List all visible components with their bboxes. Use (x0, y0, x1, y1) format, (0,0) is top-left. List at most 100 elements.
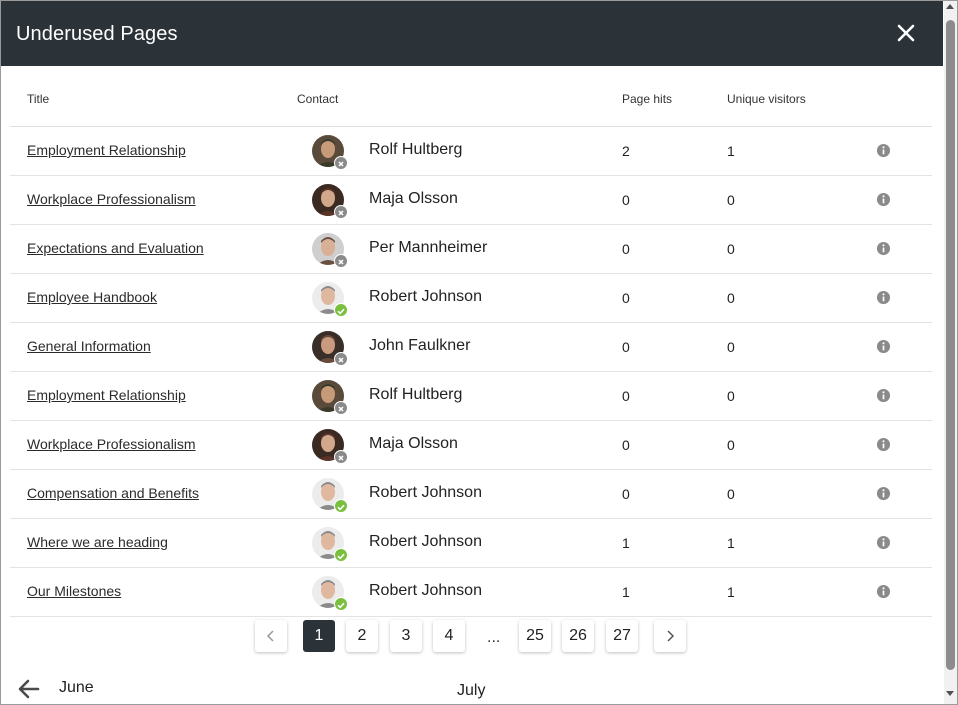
arrow-left-icon[interactable] (17, 677, 41, 701)
page-button-4[interactable]: 4 (433, 620, 465, 652)
avatar[interactable] (312, 233, 348, 268)
page-title-link[interactable]: Employment Relationship (27, 142, 186, 158)
page-title-link[interactable]: Expectations and Evaluation (27, 240, 204, 256)
contact-name[interactable]: Robert Johnson (369, 484, 482, 502)
contact-name[interactable]: John Faulkner (369, 337, 470, 355)
info-icon[interactable] (876, 584, 891, 599)
page-title-link[interactable]: Employee Handbook (27, 289, 157, 305)
avatar[interactable] (312, 380, 348, 415)
contact-name[interactable]: Robert Johnson (369, 582, 482, 600)
info-icon[interactable] (876, 241, 891, 256)
page-button-26[interactable]: 26 (562, 620, 594, 652)
chevron-left-icon (266, 630, 274, 642)
avatar[interactable] (312, 576, 348, 611)
contact-name[interactable]: Robert Johnson (369, 288, 482, 306)
page-title-link[interactable]: Our Milestones (27, 583, 121, 599)
contact-name[interactable]: Rolf Hultberg (369, 386, 462, 404)
page-button-25[interactable]: 25 (519, 620, 551, 652)
page-title-link[interactable]: Compensation and Benefits (27, 485, 199, 501)
contact-name[interactable]: Per Mannheimer (369, 239, 487, 257)
info-icon[interactable] (876, 290, 891, 305)
page-title-link[interactable]: General Information (27, 338, 151, 354)
page-button-2[interactable]: 2 (346, 620, 378, 652)
page-button-3[interactable]: 3 (390, 620, 422, 652)
status-online-icon (334, 597, 348, 611)
page-title-link[interactable]: Employment Relationship (27, 387, 186, 403)
scroll-down-icon[interactable] (946, 691, 954, 696)
info-icon[interactable] (876, 486, 891, 501)
avatar[interactable] (312, 135, 348, 170)
previous-month-label[interactable]: June (59, 679, 94, 697)
table-row: Workplace Professionalism Maja Olsson 0 0 (10, 176, 932, 225)
pagination: 1 2 3 4 ... 25 26 27 (1, 619, 943, 659)
status-offline-icon (334, 156, 348, 170)
page-hits-value: 0 (622, 388, 630, 404)
info-icon[interactable] (876, 437, 891, 452)
page-title-link[interactable]: Where we are heading (27, 534, 168, 550)
pagination-ellipsis: ... (487, 629, 501, 646)
page-hits-value: 0 (622, 192, 630, 208)
unique-visitors-value: 0 (727, 192, 735, 208)
page-hits-value: 0 (622, 339, 630, 355)
table-header: Title Contact Page hits Unique visitors (10, 67, 932, 127)
status-offline-icon (334, 450, 348, 464)
avatar[interactable] (312, 429, 348, 464)
table-row: Employment Relationship Rolf Hultberg 2 1 (10, 127, 932, 176)
page-button-1[interactable]: 1 (303, 620, 335, 652)
contact-name[interactable]: Rolf Hultberg (369, 141, 462, 159)
page-title-link[interactable]: Workplace Professionalism (27, 191, 196, 207)
table-row: Employee Handbook Robert Johnson 0 0 (10, 274, 932, 323)
info-icon[interactable] (876, 535, 891, 550)
unique-visitors-value: 0 (727, 339, 735, 355)
pagination-next-button[interactable] (654, 620, 686, 652)
unique-visitors-value: 0 (727, 486, 735, 502)
status-offline-icon (334, 352, 348, 366)
info-icon[interactable] (876, 143, 891, 158)
unique-visitors-value: 1 (727, 535, 735, 551)
vertical-scrollbar[interactable] (944, 1, 957, 704)
close-icon[interactable] (891, 18, 921, 48)
info-icon[interactable] (876, 339, 891, 354)
table-row: Employment Relationship Rolf Hultberg 0 0 (10, 372, 932, 421)
table-body: Employment Relationship Rolf Hultberg 2 1 Wo… (10, 127, 932, 617)
page-hits-value: 0 (622, 241, 630, 257)
dialog: Underused Pages Title Contact Page hits … (0, 0, 958, 705)
page-title-link[interactable]: Workplace Professionalism (27, 436, 196, 452)
status-online-icon (334, 499, 348, 513)
scrollbar-thumb[interactable] (946, 20, 955, 670)
unique-visitors-value: 1 (727, 584, 735, 600)
status-offline-icon (334, 401, 348, 415)
contact-name[interactable]: Maja Olsson (369, 190, 458, 208)
table-row: General Information John Faulkner 0 0 (10, 323, 932, 372)
avatar[interactable] (312, 478, 348, 513)
table-row: Where we are heading Robert Johnson 1 1 (10, 519, 932, 568)
column-header-unique-visitors: Unique visitors (727, 92, 806, 106)
pagination-prev-button[interactable] (255, 620, 287, 652)
dialog-header: Underused Pages (1, 1, 943, 66)
unique-visitors-value: 1 (727, 143, 735, 159)
column-header-page-hits: Page hits (622, 92, 673, 106)
page-button-27[interactable]: 27 (606, 620, 638, 652)
avatar[interactable] (312, 527, 348, 562)
info-icon[interactable] (876, 388, 891, 403)
avatar[interactable] (312, 331, 348, 366)
info-icon[interactable] (876, 192, 891, 207)
dialog-title: Underused Pages (16, 23, 178, 45)
page-hits-value: 1 (622, 584, 630, 600)
table: Title Contact Page hits Unique visitors … (10, 67, 932, 617)
page-hits-value: 0 (622, 290, 630, 306)
page-hits-value: 0 (622, 437, 630, 453)
column-header-contact: Contact (297, 92, 339, 106)
status-online-icon (334, 303, 348, 317)
contact-name[interactable]: Robert Johnson (369, 533, 482, 551)
scroll-up-icon[interactable] (946, 4, 954, 9)
table-row: Our Milestones Robert Johnson 1 1 (10, 568, 932, 617)
chevron-right-icon (667, 630, 675, 642)
unique-visitors-value: 0 (727, 290, 735, 306)
unique-visitors-value: 0 (727, 388, 735, 404)
page-hits-value: 2 (622, 143, 630, 159)
contact-name[interactable]: Maja Olsson (369, 435, 458, 453)
avatar[interactable] (312, 282, 348, 317)
table-row: Workplace Professionalism Maja Olsson 0 0 (10, 421, 932, 470)
avatar[interactable] (312, 184, 348, 219)
